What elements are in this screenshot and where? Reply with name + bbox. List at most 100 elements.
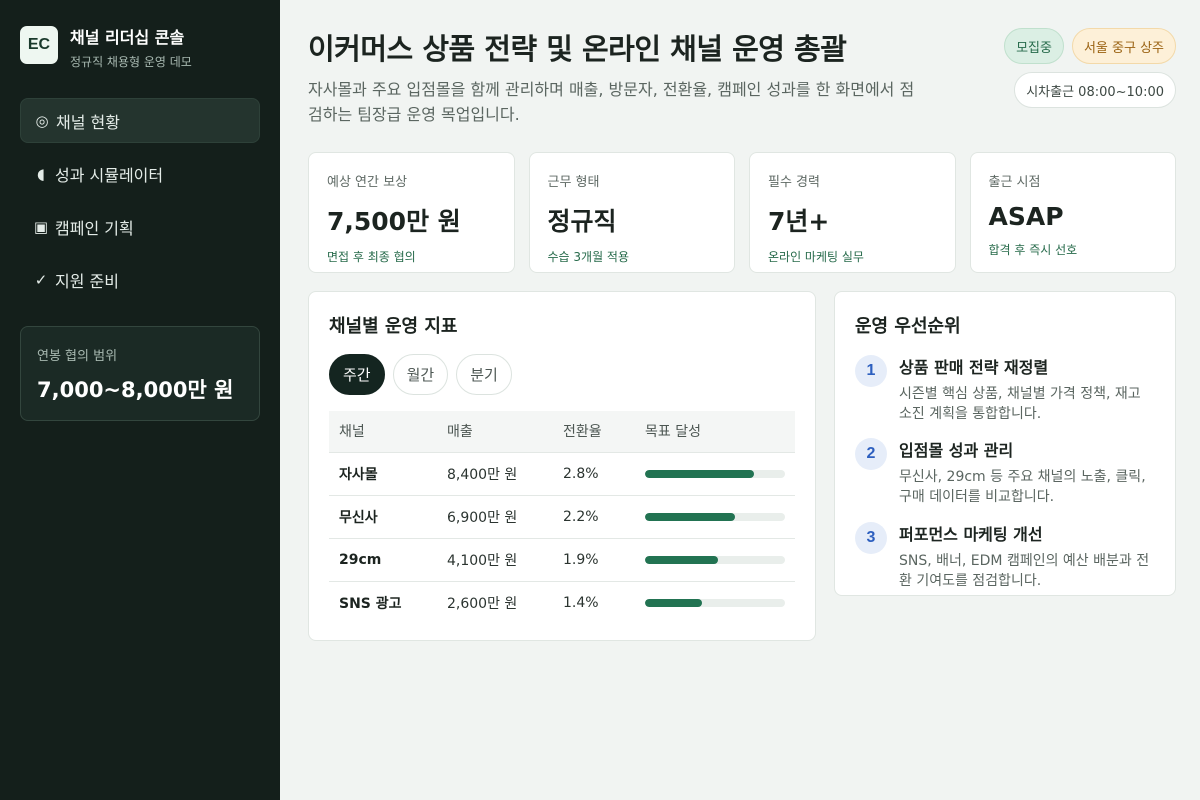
sidebar-item-application-prep[interactable]: ✓ 지원 준비 <box>20 257 260 302</box>
channel-metrics-table: 채널 매출 전환율 목표 달성 자사몰 8,400만 원 2.8% 무신사 6,… <box>329 410 795 625</box>
priority-list: 1 상품 판매 전략 재정렬 시즌별 핵심 상품, 채널별 가격 정책, 재고 … <box>855 354 1155 592</box>
stat-card-compensation: 예상 연간 보상 7,500만 원 면접 후 최종 협의 <box>308 151 515 273</box>
column-header-sales: 매출 <box>447 424 473 441</box>
cell-sales: 8,400만 원 <box>437 452 553 496</box>
status-badge: 모집중 <box>1004 28 1064 64</box>
table-row: 무신사 6,900만 원 2.2% <box>329 495 795 539</box>
stat-label: 근무 형태 <box>547 174 600 190</box>
stat-label: 예상 연간 보상 <box>327 174 408 190</box>
priority-card: 운영 우선순위 1 상품 판매 전략 재정렬 시즌별 핵심 상품, 채널별 가격… <box>834 290 1176 596</box>
sidebar-item-performance-simulator[interactable]: ◖ 성과 시뮬레이터 <box>20 151 260 196</box>
priority-item-desc: 시즌별 핵심 상품, 채널별 가격 정책, 재고 소진 계획을 통합합니다. <box>899 385 1141 422</box>
stat-note: 수습 3개월 적용 <box>547 249 630 264</box>
check-icon: ✓ <box>34 270 48 289</box>
cell-goal <box>635 495 795 539</box>
sidebar-nav: ◎ 채널 현황 ◖ 성과 시뮬레이터 ▣ 캠페인 기획 ✓ 지원 준비 <box>20 98 260 302</box>
brand-title: 채널 리더십 콘솔 <box>70 28 185 47</box>
priority-item-title: 입점몰 성과 관리 <box>899 441 1014 461</box>
table-row: 29cm 4,100만 원 1.9% <box>329 538 795 582</box>
table-header-row: 채널 매출 전환율 목표 달성 <box>329 410 795 453</box>
sidebar-item-label: 지원 준비 <box>55 271 119 291</box>
sidebar-item-label: 채널 현황 <box>56 112 120 132</box>
brand-logo: EC <box>20 26 58 64</box>
header-badges: 모집중 서울 중구 상주 시차출근 08:00~10:00 <box>1004 28 1176 108</box>
cell-conversion: 1.4% <box>553 581 635 625</box>
target-icon: ◎ <box>35 111 49 130</box>
goal-progress-track <box>645 599 785 608</box>
schedule-badge: 시차출근 08:00~10:00 <box>1014 72 1176 108</box>
priority-title: 운영 우선순위 <box>855 315 961 337</box>
channel-metrics-card: 채널별 운영 지표 주간 월간 분기 채널 매출 전환율 목표 달성 자사몰 8… <box>308 290 816 641</box>
goal-progress-bar <box>645 470 755 479</box>
cell-sales: 6,900만 원 <box>437 495 553 539</box>
cell-sales: 2,600만 원 <box>437 581 553 625</box>
sidebar-item-label: 성과 시뮬레이터 <box>55 165 164 185</box>
page-description: 자사몰과 주요 입점몰을 함께 관리하며 매출, 방문자, 전환율, 캠페인 성… <box>308 80 915 124</box>
table-row: 자사몰 8,400만 원 2.8% <box>329 452 795 496</box>
goal-progress-bar <box>645 599 703 608</box>
tab-monthly[interactable]: 월간 <box>392 353 449 395</box>
channel-metrics-title: 채널별 운영 지표 <box>329 315 458 337</box>
goal-progress-track <box>645 556 785 565</box>
cell-channel: 29cm <box>329 538 437 582</box>
stat-card-experience: 필수 경력 7년+ 온라인 마케팅 실무 <box>749 151 956 273</box>
priority-item-title: 상품 판매 전략 재정렬 <box>899 357 1049 377</box>
goal-progress-bar <box>645 556 718 565</box>
cell-goal <box>635 452 795 496</box>
table-row: SNS 광고 2,600만 원 1.4% <box>329 581 795 625</box>
square-icon: ▣ <box>33 217 49 236</box>
stat-label: 출근 시점 <box>988 174 1041 190</box>
sidebar: EC 채널 리더십 콘솔 정규직 채용형 운영 데모 ◎ 채널 현황 ◖ 성과 … <box>0 0 280 800</box>
cell-conversion: 1.9% <box>553 538 635 582</box>
cell-conversion: 2.8% <box>553 452 635 496</box>
stat-note: 합격 후 즉시 선호 <box>988 242 1078 257</box>
stat-note: 온라인 마케팅 실무 <box>768 249 864 264</box>
stat-value: 7년+ <box>768 206 830 236</box>
column-header-conversion: 전환율 <box>563 424 602 441</box>
column-header-channel: 채널 <box>339 424 365 441</box>
sidebar-item-label: 캠페인 기획 <box>55 218 134 238</box>
cell-conversion: 2.2% <box>553 495 635 539</box>
sidebar-item-campaign-planning[interactable]: ▣ 캠페인 기획 <box>20 204 260 249</box>
half-circle-icon: ◖ <box>37 164 45 183</box>
cell-channel: 자사몰 <box>329 452 437 496</box>
sidebar-item-channel-status[interactable]: ◎ 채널 현황 <box>20 98 260 143</box>
period-tabs: 주간 월간 분기 <box>329 353 795 395</box>
priority-number: 2 <box>855 438 887 471</box>
list-item: 1 상품 판매 전략 재정렬 시즌별 핵심 상품, 채널별 가격 정책, 재고 … <box>855 354 1155 425</box>
salary-range-box: 연봉 협의 범위 7,000~8,000만 원 <box>20 326 260 421</box>
goal-progress-bar <box>645 513 735 522</box>
cell-goal <box>635 538 795 582</box>
stat-card-employment-type: 근무 형태 정규직 수습 3개월 적용 <box>528 151 735 273</box>
list-item: 3 퍼포먼스 마케팅 개선 SNS, 배너, EDM 캠페인의 예산 배분과 전… <box>855 521 1155 592</box>
stat-value: ASAP <box>988 201 1064 231</box>
priority-item-desc: SNS, 배너, EDM 캠페인의 예산 배분과 전환 기여도를 점검합니다. <box>899 552 1150 590</box>
page-title: 이커머스 상품 전략 및 온라인 채널 운영 총괄 <box>308 32 847 66</box>
page-header: 이커머스 상품 전략 및 온라인 채널 운영 총괄 자사몰과 주요 입점몰을 함… <box>308 26 1176 128</box>
salary-range-label: 연봉 협의 범위 <box>37 349 118 364</box>
priority-item-title: 퍼포먼스 마케팅 개선 <box>899 524 1043 544</box>
stat-cards: 예상 연간 보상 7,500만 원 면접 후 최종 협의 근무 형태 정규직 수… <box>308 151 1176 273</box>
stat-value: 7,500만 원 <box>327 206 461 236</box>
list-item: 2 입점몰 성과 관리 무신사, 29cm 등 주요 채널의 노출, 클릭, 구… <box>855 437 1155 508</box>
goal-progress-track <box>645 470 785 479</box>
cell-channel: 무신사 <box>329 495 437 539</box>
cell-sales: 4,100만 원 <box>437 538 553 582</box>
salary-range-value: 7,000~8,000만 원 <box>37 378 234 402</box>
priority-number: 3 <box>855 521 887 554</box>
brand-subtitle: 정규직 채용형 운영 데모 <box>70 55 192 69</box>
brand: EC 채널 리더십 콘솔 정규직 채용형 운영 데모 <box>20 26 260 70</box>
goal-progress-track <box>645 513 785 522</box>
location-badge: 서울 중구 상주 <box>1071 28 1176 64</box>
stat-note: 면접 후 최종 협의 <box>327 249 416 264</box>
stat-label: 필수 경력 <box>768 174 820 190</box>
main-content: 이커머스 상품 전략 및 온라인 채널 운영 총괄 자사몰과 주요 입점몰을 함… <box>280 0 1200 800</box>
column-header-goal: 목표 달성 <box>645 424 701 441</box>
tab-quarterly[interactable]: 분기 <box>456 353 512 395</box>
cell-goal <box>635 581 795 625</box>
stat-card-start-date: 출근 시점 ASAP 합격 후 즉시 선호 <box>969 151 1176 273</box>
stat-value: 정규직 <box>547 206 617 236</box>
cell-channel: SNS 광고 <box>329 581 437 625</box>
priority-number: 1 <box>855 354 887 387</box>
tab-weekly[interactable]: 주간 <box>329 353 385 395</box>
